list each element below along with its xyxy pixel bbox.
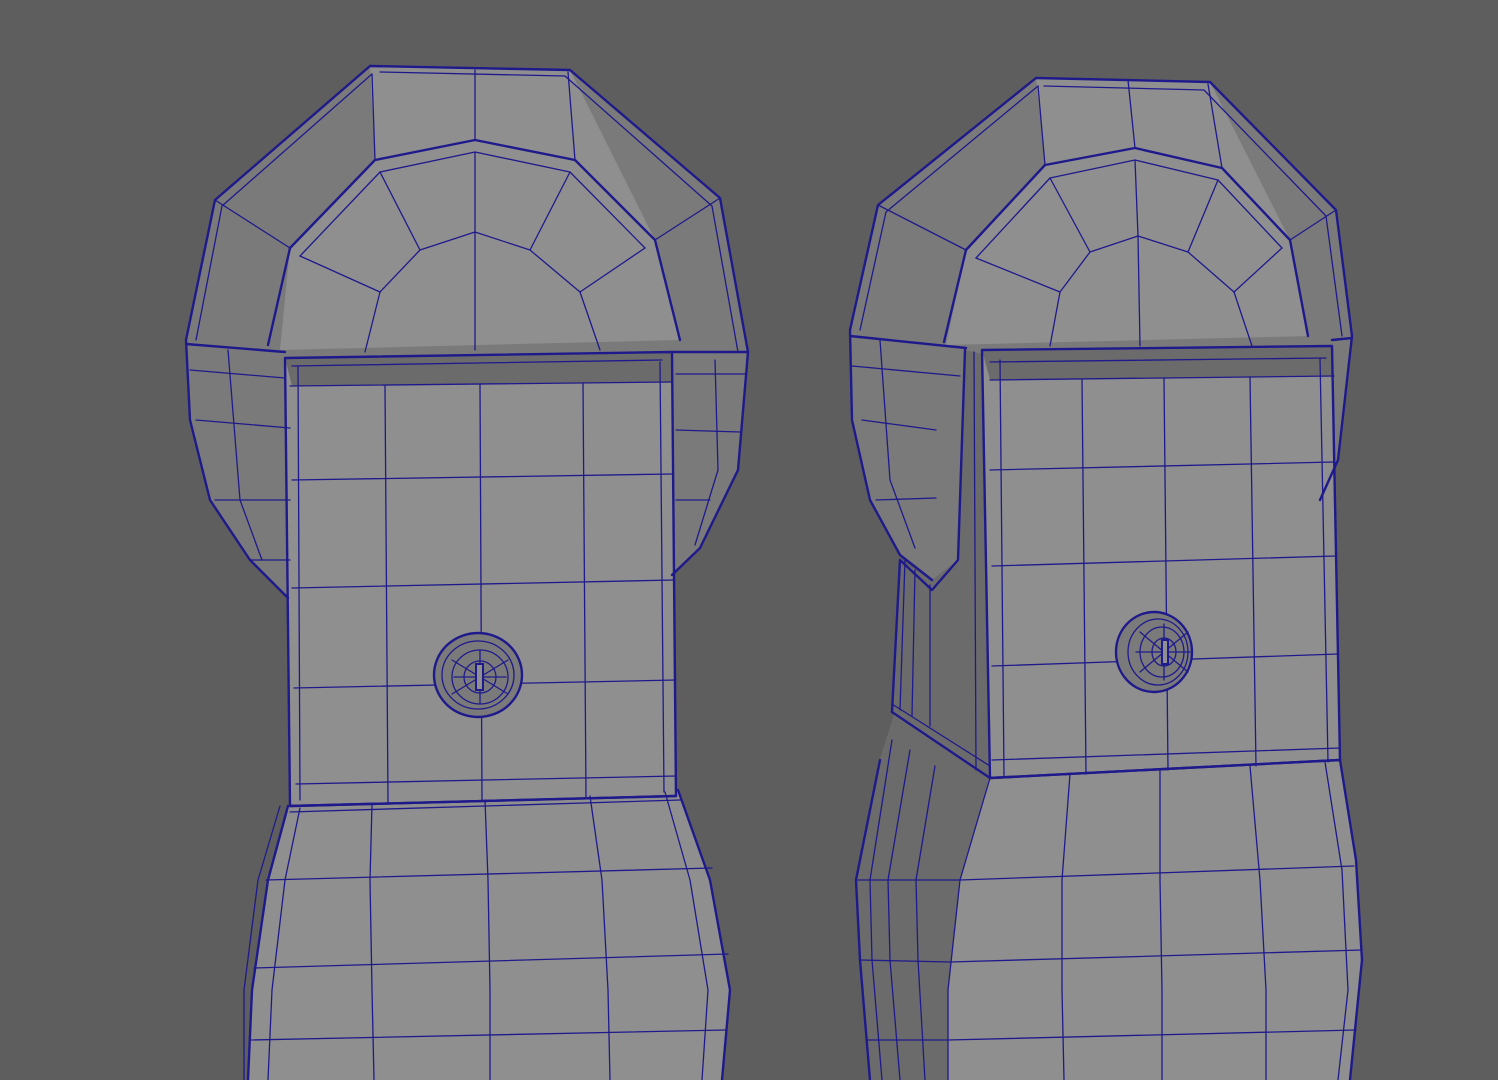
3d-viewport[interactable]: [0, 0, 1498, 1080]
meter-left-key-slot: [475, 663, 484, 691]
meter-right-key-slot: [1161, 639, 1169, 665]
parking-meter-right[interactable]: [848, 76, 1364, 1080]
meter-left-keyhole: [432, 631, 524, 719]
wireframe-render: [0, 0, 1498, 1080]
meter-right-housing-top: [982, 346, 1334, 380]
meter-right-housing: [982, 346, 1340, 778]
meter-right-keyhole: [1114, 610, 1194, 694]
parking-meter-left[interactable]: [184, 64, 750, 1080]
